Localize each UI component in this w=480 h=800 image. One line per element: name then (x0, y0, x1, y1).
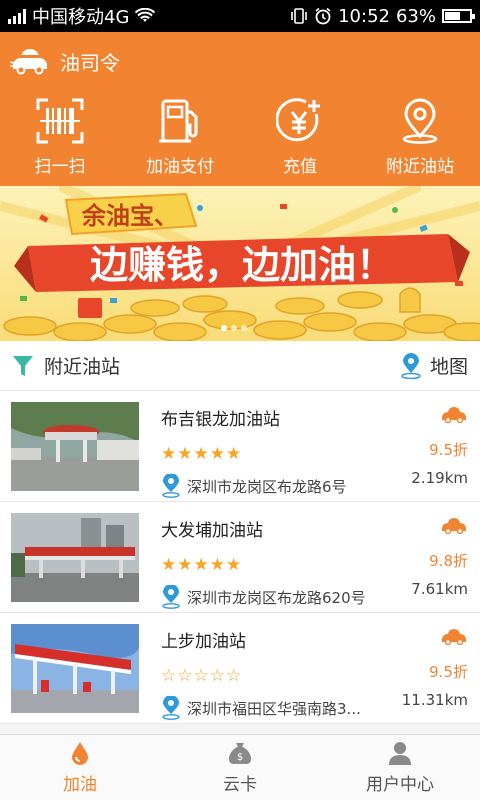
bottom-tab-bar: 加油 $ 云卡 用户中心 (0, 734, 480, 800)
station-item[interactable]: 大发埔加油站 ★★★★★ 深圳市龙岗区布龙路620号 9.8折 7.61km (0, 502, 480, 613)
fuel-pump-icon (159, 99, 198, 143)
carousel-dots (221, 325, 247, 331)
banner-tag: 余油宝、 (81, 202, 178, 230)
signal-icon (8, 8, 26, 24)
scan-button[interactable]: 扫一扫 (0, 90, 120, 186)
nearby-stations-button[interactable]: 附近油站 (360, 90, 480, 186)
section-title: 附近油站 (44, 356, 121, 378)
battery-icon (442, 9, 475, 23)
nearby-section-header: 附近油站 地图 (0, 341, 480, 391)
discount-label: 9.5折 (429, 441, 468, 459)
banner-slogan: 边赚钱，边加油！ (90, 243, 394, 287)
app-title: 油司令 (60, 50, 120, 75)
distance-label: 7.61km (411, 580, 468, 598)
recharge-icon (276, 98, 320, 142)
car-badge-icon (442, 629, 466, 645)
title-bar: 油司令 (0, 32, 480, 90)
station-name: 大发埔加油站 (161, 521, 263, 541)
svg-text:$: $ (237, 752, 243, 763)
discount-label: 9.8折 (429, 552, 468, 570)
car-logo-icon (10, 49, 47, 75)
map-label: 地图 (429, 356, 468, 378)
tab-refuel[interactable]: 加油 (0, 735, 160, 800)
alarm-icon (315, 7, 331, 25)
location-pin-icon (402, 98, 438, 144)
clock: 10:52 (338, 5, 390, 27)
station-photo (11, 513, 139, 602)
carousel-dot (221, 325, 227, 331)
action-label: 附近油站 (386, 157, 454, 177)
quick-actions: 扫一扫 加油支付 充值 附近油站 (0, 90, 480, 186)
carousel-dot (231, 325, 237, 331)
station-address: 深圳市龙岗区布龙路6号 (187, 477, 347, 496)
discount-label: 9.5折 (429, 663, 468, 681)
status-bar: 中国移动4G 10:52 63% (0, 0, 480, 32)
promo-banner[interactable]: 余油宝、 边赚钱，边加油！ (0, 186, 480, 341)
car-badge-icon (442, 407, 466, 423)
filter-icon (13, 355, 33, 376)
battery-percent: 63% (395, 5, 436, 27)
wifi-icon (135, 8, 156, 22)
tab-label: 云卡 (223, 775, 257, 795)
action-label: 加油支付 (146, 157, 214, 177)
station-name: 布吉银龙加油站 (161, 410, 280, 430)
tab-label: 加油 (63, 775, 97, 795)
scan-icon (36, 98, 84, 144)
rating-stars: ☆☆☆☆☆ (161, 666, 243, 686)
recharge-button[interactable]: 充值 (240, 90, 360, 186)
location-pin-icon (162, 474, 180, 498)
station-address: 深圳市龙岗区布龙路620号 (187, 588, 366, 607)
carrier-label: 中国移动4G (32, 7, 130, 28)
station-photo (11, 624, 139, 713)
user-icon (389, 742, 411, 765)
station-item[interactable]: 布吉银龙加油站 ★★★★★ 深圳市龙岗区布龙路6号 9.5折 2.19km (0, 391, 480, 502)
station-item[interactable]: 上步加油站 ☆☆☆☆☆ 深圳市福田区华强南路3... 9.5折 11.31km (0, 613, 480, 724)
tab-label: 用户中心 (366, 775, 434, 795)
station-address: 深圳市福田区华强南路3... (187, 699, 361, 718)
fuel-pay-button[interactable]: 加油支付 (120, 90, 240, 186)
banner-art: 余油宝、 边赚钱，边加油！ (0, 186, 480, 341)
location-pin-icon (162, 585, 180, 609)
rating-stars: ★★★★★ (161, 444, 243, 464)
tab-user-center[interactable]: 用户中心 (320, 735, 480, 800)
app-header: 油司令 扫一扫 加油支付 充值 附近油站 (0, 32, 480, 186)
tab-cloud-card[interactable]: $ 云卡 (160, 735, 320, 800)
nearby-filter[interactable]: 附近油站 (0, 352, 120, 379)
rating-stars: ★★★★★ (161, 555, 243, 575)
distance-label: 11.31km (401, 691, 468, 709)
location-pin-icon (162, 696, 180, 720)
station-list: 布吉银龙加油站 ★★★★★ 深圳市龙岗区布龙路6号 9.5折 2.19km 大发… (0, 391, 480, 734)
vibrate-icon (291, 8, 307, 24)
carousel-dot (241, 325, 247, 331)
map-pin-icon (401, 352, 421, 379)
station-name: 上步加油站 (161, 632, 246, 652)
money-bag-icon: $ (229, 743, 251, 764)
distance-label: 2.19km (411, 469, 468, 487)
station-photo (11, 402, 139, 491)
oil-drop-icon (72, 742, 88, 765)
map-button[interactable]: 地图 (400, 352, 480, 379)
action-label: 充值 (283, 157, 317, 177)
action-label: 扫一扫 (34, 157, 86, 177)
car-badge-icon (442, 518, 466, 534)
